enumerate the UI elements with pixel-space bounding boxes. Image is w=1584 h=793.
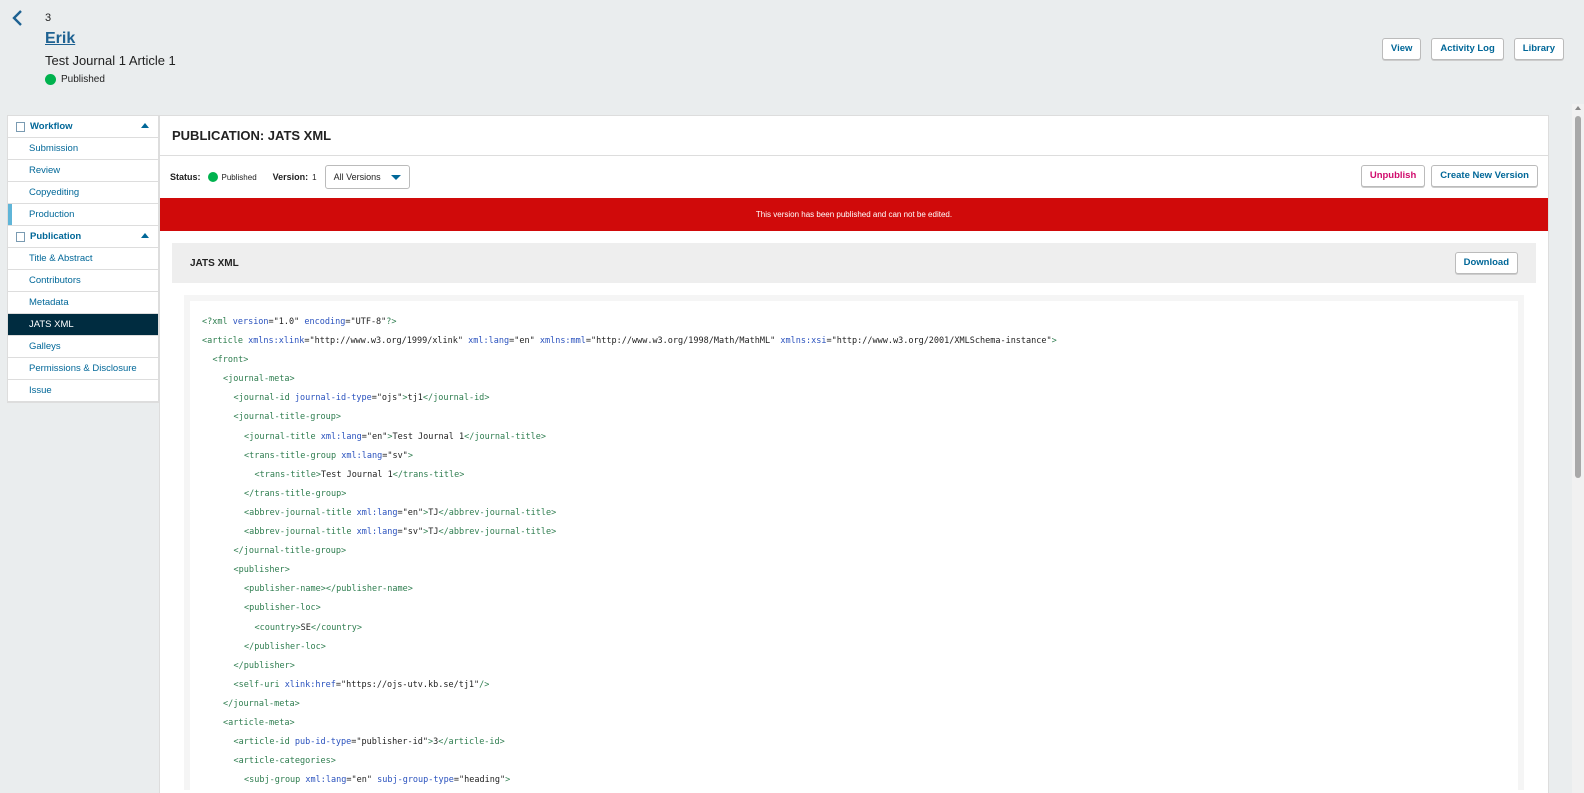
code-line: <trans-title>Test Journal 1</trans-title…: [254, 469, 465, 480]
sidebar-item-metadata[interactable]: Metadata: [8, 292, 158, 314]
sidebar-group-label: Workflow: [30, 121, 73, 132]
caret-down-icon: [390, 174, 401, 180]
jats-panel-title: JATS XML: [190, 257, 239, 269]
status-value: Published: [221, 172, 257, 182]
back-button[interactable]: [8, 8, 28, 28]
code-line: <publisher>: [233, 565, 290, 576]
view-button[interactable]: View: [1381, 38, 1422, 60]
code-line: <country>SE</country>: [254, 622, 363, 633]
code-line: <article-meta>: [223, 717, 295, 728]
xml-code-block: <?xml version="1.0" encoding="UTF-8"?> <a…: [190, 301, 1518, 791]
code-line: <subj-group xml:lang="en" subj-group-typ…: [244, 775, 511, 786]
sidebar-item-jats-xml[interactable]: JATS XML: [8, 314, 158, 336]
sidebar-group-publication[interactable]: Publication: [8, 226, 158, 248]
sidebar-group-workflow[interactable]: Workflow: [8, 116, 158, 138]
code-line: <journal-title xml:lang="en">Test Journa…: [244, 431, 547, 442]
code-line: <publisher-loc>: [244, 603, 321, 614]
version-select[interactable]: All Versions: [324, 165, 410, 189]
sidebar-item-title-abstract[interactable]: Title & Abstract: [8, 248, 158, 270]
jats-panel-header: JATS XML Download: [172, 243, 1536, 283]
page-title: PUBLICATION: JATS XML: [160, 116, 1548, 156]
published-dot-icon: [45, 74, 56, 85]
sidebar-item-review[interactable]: Review: [8, 160, 158, 182]
publication-status-label: Published: [61, 74, 105, 85]
code-line: </publisher>: [233, 660, 295, 671]
code-line: <self-uri xlink:href="https://ojs-utv.kb…: [233, 679, 490, 690]
sidebar-item-permissions[interactable]: Permissions & Disclosure: [8, 358, 158, 380]
code-line: <journal-meta>: [223, 374, 295, 385]
code-line: <?xml version="1.0" encoding="UTF-8"?>: [202, 317, 397, 327]
code-line: </publisher-loc>: [244, 641, 326, 652]
version-value: 1: [312, 172, 317, 182]
sidebar-item-production[interactable]: Production: [8, 204, 158, 226]
sidebar-item-issue[interactable]: Issue: [8, 380, 158, 402]
header-actions: View Activity Log Library: [1381, 38, 1564, 60]
scrollbar-thumb[interactable]: [1575, 116, 1581, 478]
create-new-version-button[interactable]: Create New Version: [1431, 165, 1538, 187]
document-icon: [16, 231, 25, 242]
sidebar-item-copyediting[interactable]: Copyediting: [8, 182, 158, 204]
code-line: <abbrev-journal-title xml:lang="en">TJ</…: [244, 507, 557, 518]
code-line: <article-id pub-id-type="publisher-id">3…: [233, 737, 505, 748]
article-title: Test Journal 1 Article 1: [45, 53, 176, 68]
toolbar-actions: Unpublish Create New Version: [1360, 165, 1538, 187]
sidebar-item-contributors[interactable]: Contributors: [8, 270, 158, 292]
publication-status: Published: [45, 74, 105, 85]
activity-log-button[interactable]: Activity Log: [1431, 38, 1504, 60]
code-line: <journal-id journal-id-type="ojs">tj1</j…: [233, 393, 490, 404]
workflow-icon: [16, 121, 25, 132]
code-line: <front>: [212, 355, 249, 366]
published-alert: This version has been published and can …: [160, 198, 1548, 231]
code-line: </trans-title-group>: [244, 488, 347, 499]
code-container: <?xml version="1.0" encoding="UTF-8"?> <a…: [184, 295, 1524, 791]
caret-up-icon: [141, 233, 149, 238]
publication-toolbar: Status: Published Version: 1 All Version…: [160, 156, 1548, 198]
library-button[interactable]: Library: [1513, 38, 1564, 60]
code-line: <article-categories>: [233, 756, 336, 767]
download-button[interactable]: Download: [1454, 252, 1518, 274]
status-label: Status:: [170, 172, 201, 182]
sidebar-item-galleys[interactable]: Galleys: [8, 336, 158, 358]
chevron-left-icon: [12, 10, 22, 26]
version-select-value: All Versions: [333, 172, 381, 182]
author-link[interactable]: Erik: [45, 30, 75, 48]
code-line: <trans-title-group xml:lang="sv">: [244, 450, 413, 461]
code-line: </journal-meta>: [223, 698, 300, 709]
code-line: <journal-title-group>: [233, 412, 341, 423]
sidebar-item-submission[interactable]: Submission: [8, 138, 158, 160]
code-line: <publisher-name></publisher-name>: [244, 584, 413, 595]
scroll-up-icon: [1575, 106, 1581, 110]
version-label: Version:: [272, 172, 309, 182]
code-line: <article xmlns:xlink="http://www.w3.org/…: [202, 336, 1057, 347]
page-scrollbar[interactable]: [1572, 104, 1584, 793]
published-dot-icon: [207, 172, 218, 182]
main-panel: PUBLICATION: JATS XML Status: Published …: [159, 115, 1549, 793]
sidebar-group-label: Publication: [30, 231, 82, 242]
sidebar: Workflow Submission Review Copyediting P…: [7, 115, 159, 403]
code-line: <abbrev-journal-title xml:lang="sv">TJ</…: [244, 527, 557, 538]
code-line: </journal-title-group>: [233, 546, 347, 557]
unpublish-button[interactable]: Unpublish: [1360, 165, 1426, 187]
caret-up-icon: [141, 123, 149, 128]
submission-id: 3: [45, 12, 52, 24]
